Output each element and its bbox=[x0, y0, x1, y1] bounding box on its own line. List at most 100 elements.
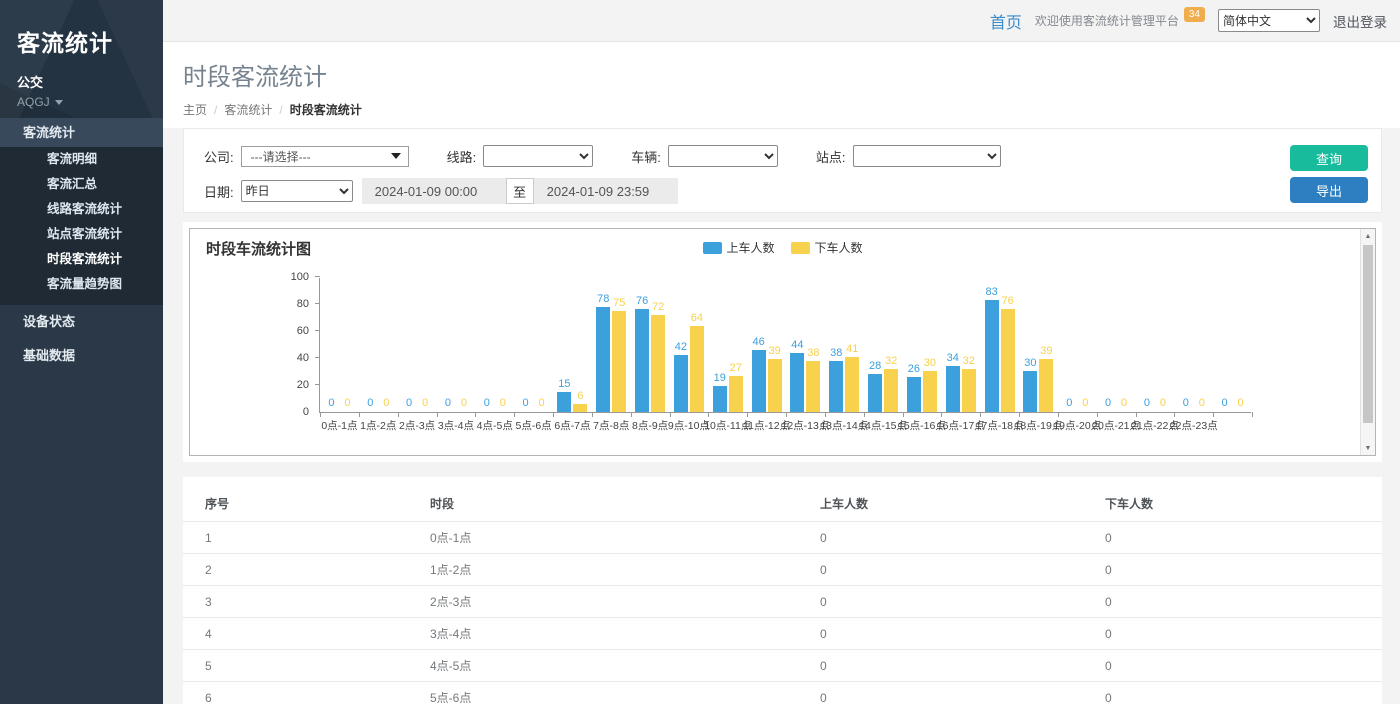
bar-value-label: 34 bbox=[947, 352, 959, 364]
sidebar-item[interactable]: 客流汇总 bbox=[0, 172, 163, 197]
language-select[interactable]: 简体中文 bbox=[1218, 9, 1320, 32]
x-axis-tick bbox=[320, 412, 321, 417]
date-end-input[interactable]: 2024-01-09 23:59 bbox=[534, 178, 678, 204]
y-axis-tick bbox=[315, 303, 320, 304]
x-axis-tick bbox=[786, 412, 787, 417]
chart-container: 时段车流统计图 上车人数下车人数 0204060801000点-1点1点-2点2… bbox=[189, 228, 1376, 456]
export-button[interactable]: 导出 bbox=[1290, 177, 1368, 203]
x-axis-tick bbox=[1019, 412, 1020, 417]
home-link[interactable]: 首页 bbox=[990, 9, 1022, 33]
scrollbar-up-icon[interactable]: ▲ bbox=[1361, 229, 1375, 243]
sidebar-item[interactable]: 站点客流统计 bbox=[0, 222, 163, 247]
table-panel: 序号时段上车人数下车人数 10点-1点0021点-2点0032点-3点0043点… bbox=[183, 477, 1382, 704]
date-label: 日期: bbox=[204, 182, 234, 201]
sidebar-item[interactable]: 设备状态 bbox=[0, 305, 163, 339]
bar-alighting bbox=[729, 376, 743, 412]
topbar: 首页 欢迎使用客流统计管理平台 34 简体中文 退出登录 bbox=[163, 0, 1400, 42]
breadcrumb-item: 时段客流统计 bbox=[290, 103, 362, 117]
app-title: 客流统计 bbox=[17, 24, 163, 58]
date-preset-select[interactable]: 昨日 bbox=[241, 180, 353, 202]
bar-value-label: 0 bbox=[523, 397, 529, 409]
x-axis-tick bbox=[1252, 412, 1253, 417]
bar-alighting bbox=[806, 361, 820, 412]
filter-panel: 公司: ---请选择--- 线路: 车辆: bbox=[183, 128, 1382, 213]
sidebar-item[interactable]: 客流明细 bbox=[0, 147, 163, 172]
sidebar-item[interactable]: 时段客流统计 bbox=[0, 247, 163, 272]
x-axis-tick bbox=[825, 412, 826, 417]
scrollbar-down-icon[interactable]: ▼ bbox=[1361, 441, 1375, 455]
breadcrumb-item[interactable]: 主页 bbox=[183, 103, 207, 117]
sidebar-item[interactable]: 客流统计 bbox=[0, 118, 163, 147]
bar-value-label: 38 bbox=[807, 347, 819, 359]
bar-value-label: 0 bbox=[328, 397, 334, 409]
table-cell: 0 bbox=[798, 586, 1083, 618]
bar-boarding bbox=[635, 309, 649, 412]
app-root: 客流统计 公交 AQGJ 客流统计客流明细客流汇总线路客流统计站点客流统计时段客… bbox=[0, 0, 1400, 704]
page-heading: 时段客流统计 主页/客流统计/时段客流统计 bbox=[163, 42, 1400, 128]
table-cell: 2点-3点 bbox=[408, 586, 798, 618]
filter-row-1: 公司: ---请选择--- 线路: 车辆: bbox=[204, 145, 1365, 167]
breadcrumb: 主页/客流统计/时段客流统计 bbox=[183, 101, 1400, 118]
bar-value-label: 0 bbox=[1105, 397, 1111, 409]
legend-item[interactable]: 上车人数 bbox=[702, 239, 774, 256]
x-axis-category-label: 0点-1点 bbox=[321, 418, 357, 433]
table-row: 43点-4点00 bbox=[183, 618, 1382, 650]
bar-alighting bbox=[651, 315, 665, 412]
table-cell: 0 bbox=[1083, 618, 1382, 650]
bar-value-label: 44 bbox=[791, 339, 803, 351]
date-filter: 日期: 昨日 2024-01-09 00:00 至 2024-01-09 23:… bbox=[204, 178, 678, 204]
table-cell: 0 bbox=[798, 554, 1083, 586]
y-axis-tick bbox=[315, 384, 320, 385]
vehicle-select[interactable] bbox=[668, 145, 778, 167]
x-axis-tick bbox=[1058, 412, 1059, 417]
x-axis-tick bbox=[514, 412, 515, 417]
bar-alighting bbox=[690, 326, 704, 412]
bar-boarding bbox=[752, 350, 766, 412]
bar-value-label: 42 bbox=[675, 341, 687, 353]
bar-value-label: 6 bbox=[577, 390, 583, 402]
date-separator: 至 bbox=[506, 178, 534, 204]
table-row: 65点-6点00 bbox=[183, 682, 1382, 704]
filter-row-2: 日期: 昨日 2024-01-09 00:00 至 2024-01-09 23:… bbox=[204, 178, 1365, 204]
sidebar-item[interactable]: 线路客流统计 bbox=[0, 197, 163, 222]
table-cell: 0 bbox=[1083, 586, 1382, 618]
breadcrumb-item[interactable]: 客流统计 bbox=[224, 103, 272, 117]
station-select[interactable] bbox=[853, 145, 1001, 167]
date-range: 2024-01-09 00:00 至 2024-01-09 23:59 bbox=[362, 178, 678, 204]
notification-badge: 34 bbox=[1184, 7, 1205, 22]
column-header: 上车人数 bbox=[798, 487, 1083, 522]
bar-alighting bbox=[962, 369, 976, 412]
bar-alighting bbox=[884, 369, 898, 412]
x-axis-category-label: 1点-2点 bbox=[360, 418, 396, 433]
line-select[interactable] bbox=[483, 145, 593, 167]
bar-value-label: 15 bbox=[558, 378, 570, 390]
bar-chart-plot: 0204060801000点-1点1点-2点2点-3点3点-4点4点-5点5点-… bbox=[319, 278, 1251, 413]
chart-title: 时段车流统计图 bbox=[206, 238, 311, 259]
scrollbar-thumb[interactable] bbox=[1363, 245, 1373, 423]
sidebar-item[interactable]: 基础数据 bbox=[0, 339, 163, 373]
x-axis-category-label: 7点-8点 bbox=[593, 418, 629, 433]
x-axis-tick bbox=[398, 412, 399, 417]
bar-value-label: 72 bbox=[652, 301, 664, 313]
date-start-input[interactable]: 2024-01-09 00:00 bbox=[362, 178, 506, 204]
company-select[interactable]: ---请选择--- bbox=[241, 146, 409, 167]
user-menu[interactable]: AQGJ bbox=[17, 95, 163, 109]
x-axis-tick bbox=[708, 412, 709, 417]
bar-value-label: 78 bbox=[597, 293, 609, 305]
bar-value-label: 41 bbox=[846, 343, 858, 355]
logout-link[interactable]: 退出登录 bbox=[1333, 11, 1387, 31]
y-axis-tick bbox=[315, 357, 320, 358]
bar-value-label: 0 bbox=[1121, 397, 1127, 409]
bar-value-label: 32 bbox=[885, 355, 897, 367]
chart-scrollbar[interactable]: ▲ ▼ bbox=[1360, 229, 1375, 455]
welcome-text: 欢迎使用客流统计管理平台 bbox=[1035, 12, 1179, 29]
legend-item[interactable]: 下车人数 bbox=[791, 239, 863, 256]
chart-panel: 时段车流统计图 上车人数下车人数 0204060801000点-1点1点-2点2… bbox=[183, 222, 1382, 462]
table-row: 10点-1点00 bbox=[183, 522, 1382, 554]
bar-value-label: 0 bbox=[1222, 397, 1228, 409]
query-button[interactable]: 查询 bbox=[1290, 145, 1368, 171]
table-cell: 2 bbox=[183, 554, 408, 586]
sidebar-item[interactable]: 客流量趋势图 bbox=[0, 272, 163, 305]
bar-alighting bbox=[573, 404, 587, 412]
table-cell: 6 bbox=[183, 682, 408, 704]
